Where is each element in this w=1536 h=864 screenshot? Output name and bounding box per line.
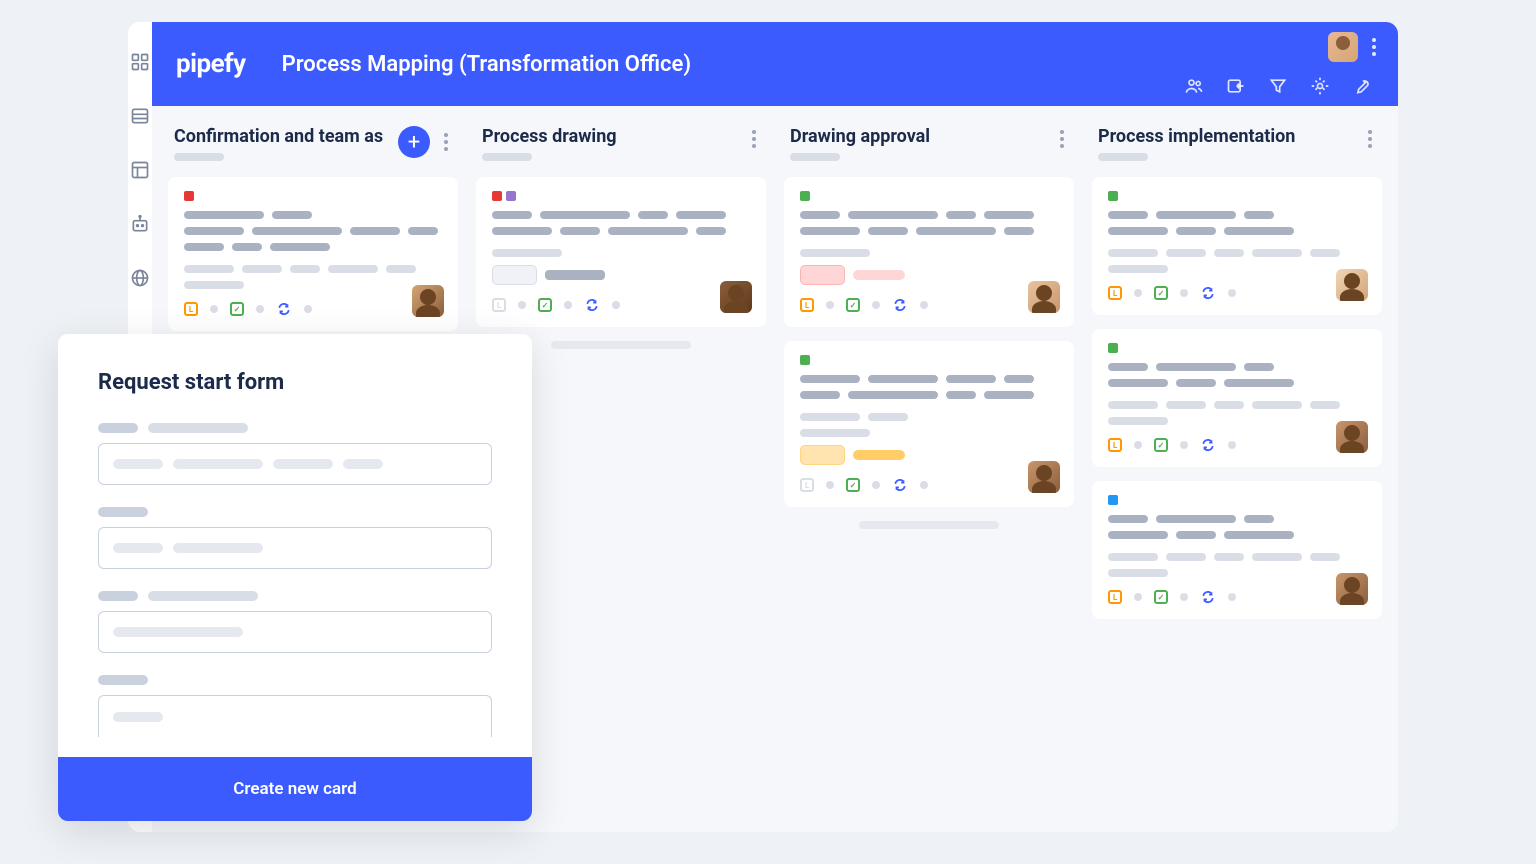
clock-icon: L [800,298,814,312]
column-title: Process implementation [1098,126,1364,147]
form-group [98,507,492,569]
assignee-avatar [720,281,752,313]
tag-pill [800,445,845,465]
form-group [98,675,492,737]
form-input[interactable] [98,443,492,485]
modal-title: Request start form [98,370,492,395]
column-subtitle-placeholder [790,153,840,161]
check-icon: ✓ [1154,438,1168,452]
user-avatar[interactable] [1328,32,1358,62]
sync-icon [276,301,292,317]
kanban-card[interactable]: L ✓ [784,341,1074,507]
column-menu-icon[interactable] [440,129,452,155]
check-icon: ✓ [230,302,244,316]
label-purple [506,191,516,201]
check-icon: ✓ [846,478,860,492]
clock-icon: L [184,302,198,316]
wrench-icon[interactable] [1352,76,1372,96]
clock-icon: L [1108,438,1122,452]
column-drawing-approval: Drawing approval L ✓ [784,126,1074,812]
page-title: Process Mapping (Transformation Office) [282,52,691,77]
column-process-implementation: Process implementation L ✓ [1092,126,1382,812]
form-input[interactable] [98,695,492,737]
check-icon: ✓ [846,298,860,312]
sync-icon [892,297,908,313]
clock-icon: L [1108,286,1122,300]
check-icon: ✓ [1154,590,1168,604]
clock-icon: L [1108,590,1122,604]
form-group [98,423,492,485]
assignee-avatar [1336,269,1368,301]
sync-icon [584,297,600,313]
kanban-card[interactable]: L ✓ [1092,329,1382,467]
assignee-avatar [1028,461,1060,493]
kanban-card[interactable]: L ✓ [1092,481,1382,619]
sync-icon [1200,437,1216,453]
check-icon: ✓ [538,298,552,312]
list-icon[interactable] [128,104,152,128]
column-title: Process drawing [482,126,748,147]
sync-icon [892,477,908,493]
sync-icon [1200,589,1216,605]
column-subtitle-placeholder [174,153,224,161]
import-icon[interactable] [1226,76,1246,96]
layout-icon[interactable] [128,158,152,182]
kanban-card[interactable]: L ✓ [784,177,1074,327]
header-menu-icon[interactable] [1372,38,1376,56]
column-subtitle-placeholder [1098,153,1148,161]
assignee-avatar [412,285,444,317]
column-footer-placeholder [551,341,691,349]
column-title: Drawing approval [790,126,1056,147]
request-start-form-modal: Request start form Create new c [58,334,532,821]
column-subtitle-placeholder [482,153,532,161]
robot-icon[interactable] [128,212,152,236]
column-menu-icon[interactable] [1364,126,1376,152]
column-menu-icon[interactable] [1056,126,1068,152]
label-red [492,191,502,201]
kanban-card[interactable]: L ✓ [476,177,766,327]
label-green [1108,191,1118,201]
tag-text [853,270,905,280]
tag-pill [492,265,537,285]
tag-pill [800,265,845,285]
clock-icon: L [492,298,506,312]
label-green [800,191,810,201]
column-title: Confirmation and team as [174,126,398,147]
add-card-button[interactable]: + [398,126,430,158]
form-input[interactable] [98,527,492,569]
check-icon: ✓ [1154,286,1168,300]
form-input[interactable] [98,611,492,653]
tag-text [853,450,905,460]
sync-icon [1200,285,1216,301]
column-footer-placeholder [859,521,999,529]
column-menu-icon[interactable] [748,126,760,152]
logo: pipefy [176,49,246,79]
header-actions [1184,22,1376,106]
kanban-card[interactable]: L ✓ [168,177,458,331]
globe-icon[interactable] [128,266,152,290]
label-green [800,355,810,365]
assignee-avatar [1336,421,1368,453]
label-red [184,191,194,201]
people-icon[interactable] [1184,76,1204,96]
assignee-avatar [1028,281,1060,313]
form-group [98,591,492,653]
assignee-avatar [1336,573,1368,605]
filter-icon[interactable] [1268,76,1288,96]
header: pipefy Process Mapping (Transformation O… [152,22,1398,106]
kanban-card[interactable]: L ✓ [1092,177,1382,315]
clock-icon: L [800,478,814,492]
label-green [1108,343,1118,353]
apps-icon[interactable] [128,50,152,74]
create-new-card-button[interactable]: Create new card [58,757,532,821]
label-blue [1108,495,1118,505]
settings-icon[interactable] [1310,76,1330,96]
